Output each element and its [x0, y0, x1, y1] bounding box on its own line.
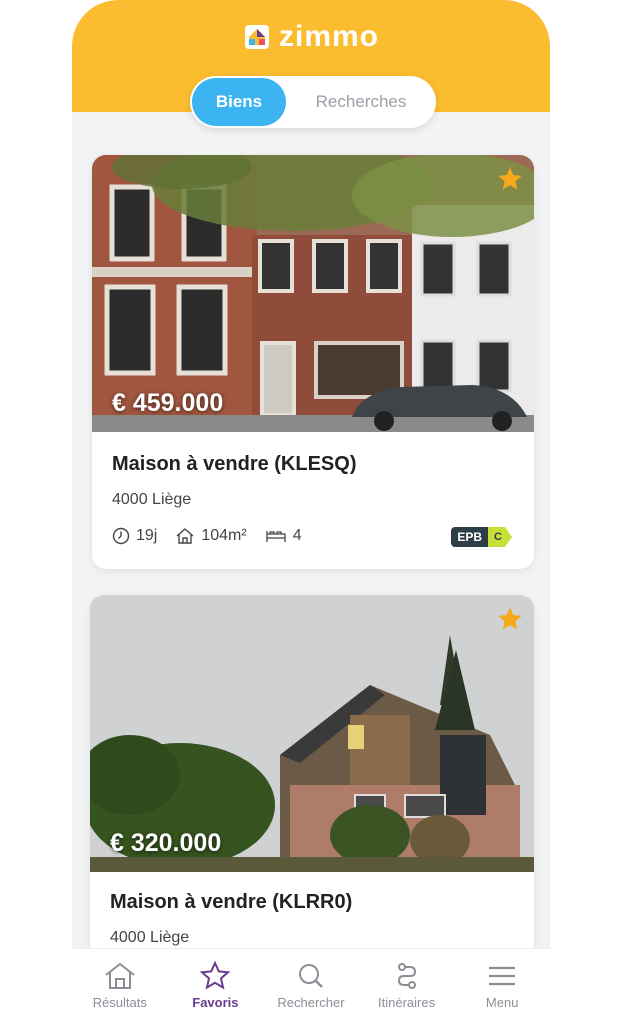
zimmo-logo: zimmo — [72, 20, 550, 54]
tab-resultats[interactable]: Résultats — [72, 949, 168, 1028]
tab-label: Itinéraires — [378, 995, 436, 1010]
listing-beds: 4 — [265, 527, 302, 545]
listing-photo: € 459.000 — [92, 155, 534, 432]
favorite-star-icon[interactable] — [496, 605, 524, 633]
clock-icon — [112, 527, 130, 545]
tab-recherches[interactable]: Recherches — [288, 78, 434, 126]
listing-price: € 320.000 — [110, 829, 222, 857]
tab-favoris[interactable]: Favoris — [168, 949, 264, 1028]
house-icon — [105, 962, 135, 989]
listing-card[interactable]: € 459.000 Maison à vendre (KLESQ) 4000 L… — [92, 155, 534, 569]
tab-itineraires[interactable]: Itinéraires — [359, 949, 455, 1028]
tab-label: Rechercher — [277, 995, 345, 1010]
tab-menu[interactable]: Menu — [454, 949, 550, 1028]
epb-label: EPB — [451, 527, 489, 547]
listing-city: 4000 Liège — [110, 929, 190, 946]
listing-city: 4000 Liège — [112, 491, 192, 508]
favorite-star-icon[interactable] — [496, 165, 524, 193]
route-icon — [397, 963, 416, 989]
epb-badge: EPB C — [451, 527, 512, 547]
logo-icon — [244, 25, 269, 49]
view-toggle: Biens Recherches — [190, 76, 436, 128]
tab-label: Résultats — [92, 995, 147, 1010]
tab-label: Favoris — [192, 995, 239, 1010]
epb-class: C — [488, 527, 512, 547]
hamburger-icon — [489, 966, 516, 986]
listing-card[interactable]: € 320.000 Maison à vendre (KLRR0) 4000 L… — [90, 595, 534, 995]
listing-meta: 19j 104m² 4 — [112, 527, 302, 545]
star-icon — [199, 961, 231, 990]
house-outline-icon — [176, 528, 194, 544]
listing-title: Maison à vendre (KLRR0) — [110, 891, 353, 913]
tab-biens[interactable]: Biens — [192, 78, 286, 126]
listing-age: 19j — [112, 527, 157, 545]
listing-area: 104m² — [201, 527, 247, 544]
tab-label: Menu — [485, 995, 519, 1010]
listing-title: Maison à vendre (KLESQ) — [112, 453, 357, 475]
listing-bedrooms: 4 — [292, 527, 302, 544]
logo-text: zimmo — [278, 20, 379, 53]
search-icon — [298, 964, 323, 988]
tab-rechercher[interactable]: Rechercher — [263, 949, 359, 1028]
phone-screen: zimmo Biens Recherches € 459.000 Maison … — [72, 0, 550, 1028]
listing-surface: 104m² — [175, 527, 247, 545]
bed-icon — [266, 531, 286, 542]
listing-photo: € 320.000 — [90, 595, 534, 872]
listing-price: € 459.000 — [112, 389, 224, 417]
listing-days: 19j — [136, 527, 158, 544]
bottom-tab-bar: Résultats Favoris Rechercher Itinéraires — [72, 948, 550, 1028]
